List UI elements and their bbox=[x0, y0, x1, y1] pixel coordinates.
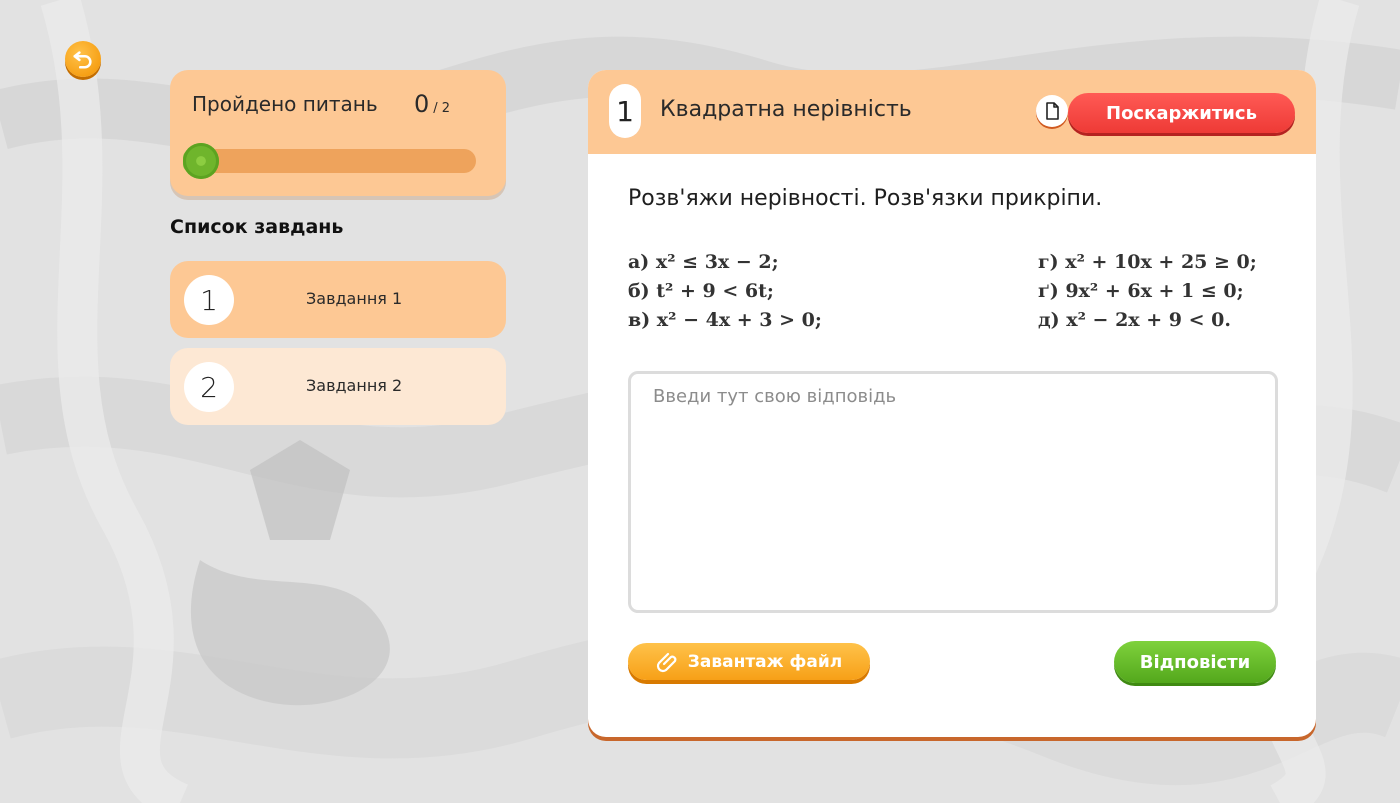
paperclip-icon bbox=[656, 652, 677, 672]
task-prompt: Розв'яжи нерівності. Розв'язки прикріпи. bbox=[628, 186, 1103, 211]
progress-knob bbox=[183, 143, 219, 179]
task-list-item-1[interactable]: 1 Завдання 1 bbox=[170, 261, 506, 338]
answer-input[interactable] bbox=[631, 374, 1275, 610]
task-label: Завдання 1 bbox=[306, 289, 403, 308]
inequalities-right: г) x² + 10x + 25 ≥ 0; ґ) 9x² + 6x + 1 ≤ … bbox=[1038, 251, 1257, 331]
task-number: 2 bbox=[184, 362, 234, 412]
task-number: 1 bbox=[184, 275, 234, 325]
progress-bar bbox=[183, 143, 476, 179]
progress-done: 0 bbox=[414, 90, 430, 118]
progress-title: Пройдено питань bbox=[192, 92, 378, 116]
task-title: Квадратна нерівність bbox=[660, 97, 912, 122]
answer-field[interactable] bbox=[628, 371, 1278, 613]
inequalities-left: а) x² ≤ 3x − 2; б) t² + 9 < 6t; в) x² − … bbox=[628, 251, 822, 331]
progress-total: / 2 bbox=[433, 101, 451, 116]
document-icon[interactable] bbox=[1036, 95, 1068, 127]
task-label: Завдання 2 bbox=[306, 376, 403, 395]
submit-answer-button[interactable]: Відповісти bbox=[1114, 641, 1276, 683]
complain-button[interactable]: Поскаржитись bbox=[1068, 93, 1295, 133]
task-list-title: Список завдань bbox=[170, 216, 344, 238]
task-list-item-2[interactable]: 2 Завдання 2 bbox=[170, 348, 506, 425]
task-number-badge: 1 bbox=[609, 84, 641, 138]
progress-count: 0/ 2 bbox=[414, 90, 450, 118]
upload-file-button[interactable]: Завантаж файл bbox=[628, 643, 870, 680]
progress-card: Пройдено питань 0/ 2 bbox=[170, 70, 506, 196]
back-button[interactable] bbox=[65, 41, 101, 77]
task-card: 1 Квадратна нерівність Поскаржитись Розв… bbox=[588, 70, 1316, 737]
upload-file-label: Завантаж файл bbox=[687, 651, 843, 672]
inequalities-image: а) x² ≤ 3x − 2; б) t² + 9 < 6t; в) x² − … bbox=[628, 238, 1288, 348]
task-header: 1 Квадратна нерівність Поскаржитись bbox=[588, 70, 1316, 154]
document-glyph-icon bbox=[1046, 102, 1059, 120]
undo-arrow-icon bbox=[73, 51, 92, 69]
